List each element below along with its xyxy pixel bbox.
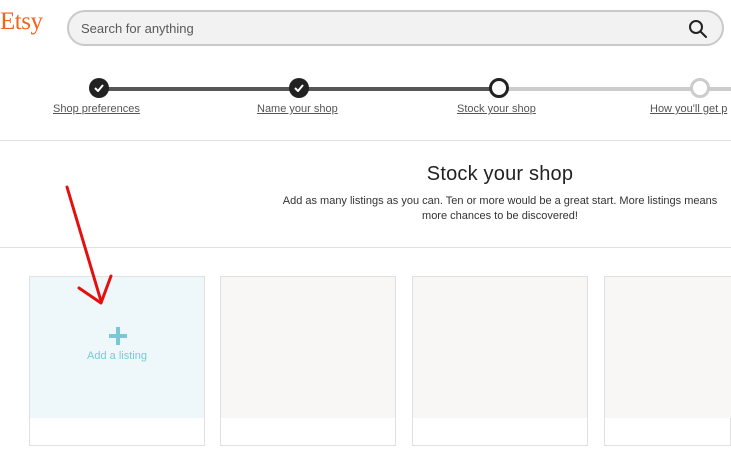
annotation-arrow [65, 185, 113, 305]
page: Etsy Shop preferences Name your shop Sto… [0, 0, 731, 469]
